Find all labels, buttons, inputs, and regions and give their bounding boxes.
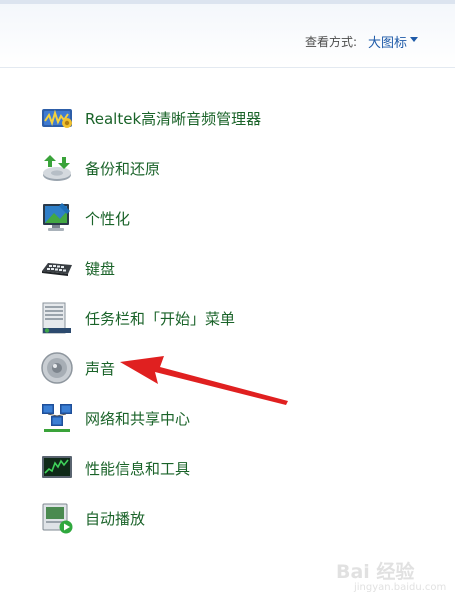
control-panel-window: 查看方式: 大图标 Realtek高清晰音频管理器 备份和还原 个性化 键盘 任… [0,0,455,602]
chevron-down-icon[interactable] [410,37,418,42]
item-label: 个性化 [85,210,131,228]
item-label: 性能信息和工具 [85,460,191,478]
view-mode-dropdown[interactable]: 大图标 [368,32,407,51]
item-network-sharing[interactable]: 网络和共享中心 [40,399,300,437]
item-label: 任务栏和「开始」菜单 [85,310,236,328]
autoplay-icon [42,503,73,534]
baidu-watermark: Bai 经验 [336,561,415,583]
sound-icon [41,352,73,384]
item-performance[interactable]: 性能信息和工具 [40,449,300,487]
item-label: 网络和共享中心 [85,410,191,428]
baidu-watermark-url: jingyan.baidu.com [354,582,447,593]
taskbar-start-menu-icon [42,302,71,334]
keyboard-icon [42,263,72,276]
item-autoplay[interactable]: 自动播放 [40,499,300,537]
performance-icon [42,456,72,478]
item-personalization[interactable]: 个性化 [40,199,300,237]
item-realtek-audio[interactable]: Realtek高清晰音频管理器 [40,99,300,137]
item-label: 备份和还原 [85,160,161,178]
item-label: 声音 [85,360,116,378]
item-keyboard[interactable]: 键盘 [40,249,300,287]
item-backup-restore[interactable]: 备份和还原 [40,149,300,187]
view-toolbar: 查看方式: 大图标 [0,4,455,68]
item-label: 键盘 [85,260,116,278]
view-mode-label: 查看方式: [305,35,358,49]
personalization-icon [43,203,70,231]
item-sound[interactable]: 声音 [40,349,300,387]
item-label: Realtek高清晰音频管理器 [85,110,262,128]
item-label: 自动播放 [85,510,146,528]
network-sharing-icon [42,404,72,432]
realtek-audio-icon [42,109,72,128]
item-taskbar-start-menu[interactable]: 任务栏和「开始」菜单 [40,299,300,337]
backup-restore-icon [43,155,71,181]
